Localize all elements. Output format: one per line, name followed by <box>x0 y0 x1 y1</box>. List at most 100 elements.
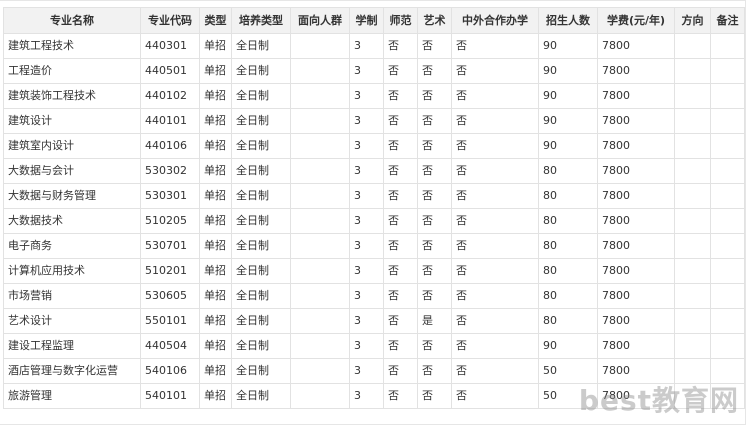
cell-duration: 3 <box>349 158 384 184</box>
table-row: 旅游管理 540101 单招 全日制 3 否否否 50 7800 <box>3 383 745 409</box>
cell-sino-foreign: 否 <box>451 183 539 209</box>
cell-enrollment: 80 <box>538 283 598 309</box>
cell-sino-foreign: 否 <box>451 208 539 234</box>
cell-major-name: 大数据与会计 <box>3 158 141 184</box>
cell-sino-foreign: 否 <box>451 383 539 409</box>
cell-tuition: 7800 <box>597 108 675 134</box>
cell-major-code: 530301 <box>140 183 200 209</box>
cell-target-group <box>290 158 350 184</box>
cell-normal-school: 否 <box>383 158 418 184</box>
header-remarks: 备注 <box>710 7 745 34</box>
cell-tuition: 7800 <box>597 333 675 359</box>
cell-duration: 3 <box>349 233 384 259</box>
cell-enrollment: 90 <box>538 58 598 84</box>
cell-enrollment: 80 <box>538 233 598 259</box>
cell-direction <box>674 33 711 59</box>
cell-type: 单招 <box>199 283 232 309</box>
admissions-table: 专业名称 专业代码 类型 培养类型 面向人群 学制 师范 艺术 中外合作办学 招… <box>3 7 745 409</box>
cell-target-group <box>290 233 350 259</box>
cell-sino-foreign: 否 <box>451 258 539 284</box>
cell-arts: 否 <box>417 333 452 359</box>
cell-sino-foreign: 否 <box>451 283 539 309</box>
cell-target-group <box>290 83 350 109</box>
cell-major-name: 大数据技术 <box>3 208 141 234</box>
header-training-type: 培养类型 <box>231 7 291 34</box>
header-normal-school: 师范 <box>383 7 418 34</box>
cell-direction <box>674 283 711 309</box>
cell-sino-foreign: 否 <box>451 308 539 334</box>
cell-direction <box>674 158 711 184</box>
cell-training-type: 全日制 <box>231 33 291 59</box>
cell-duration: 3 <box>349 283 384 309</box>
cell-type: 单招 <box>199 358 232 384</box>
cell-tuition: 7800 <box>597 233 675 259</box>
cell-major-name: 旅游管理 <box>3 383 141 409</box>
cell-training-type: 全日制 <box>231 283 291 309</box>
table-row: 大数据与财务管理 530301 单招 全日制 3 否否否 80 7800 <box>3 183 745 209</box>
cell-enrollment: 80 <box>538 208 598 234</box>
cell-target-group <box>290 333 350 359</box>
cell-type: 单招 <box>199 183 232 209</box>
cell-tuition: 7800 <box>597 208 675 234</box>
cell-normal-school: 否 <box>383 58 418 84</box>
cell-training-type: 全日制 <box>231 158 291 184</box>
cell-major-name: 酒店管理与数字化运营 <box>3 358 141 384</box>
cell-duration: 3 <box>349 183 384 209</box>
cell-direction <box>674 83 711 109</box>
cell-direction <box>674 333 711 359</box>
cell-duration: 3 <box>349 133 384 159</box>
cell-remarks <box>710 183 745 209</box>
table-row: 酒店管理与数字化运营 540106 单招 全日制 3 否否否 50 7800 <box>3 358 745 384</box>
cell-major-code: 440301 <box>140 33 200 59</box>
cell-major-name: 建筑工程技术 <box>3 33 141 59</box>
cell-training-type: 全日制 <box>231 133 291 159</box>
cell-tuition: 7800 <box>597 183 675 209</box>
cell-enrollment: 90 <box>538 333 598 359</box>
cell-duration: 3 <box>349 208 384 234</box>
header-type: 类型 <box>199 7 232 34</box>
cell-direction <box>674 183 711 209</box>
table-row: 建设工程监理 440504 单招 全日制 3 否否否 90 7800 <box>3 333 745 359</box>
cell-target-group <box>290 133 350 159</box>
cell-remarks <box>710 308 745 334</box>
cell-training-type: 全日制 <box>231 183 291 209</box>
header-major-name: 专业名称 <box>3 7 141 34</box>
cell-arts: 否 <box>417 83 452 109</box>
table-row: 市场营销 530605 单招 全日制 3 否否否 80 7800 <box>3 283 745 309</box>
table-row: 大数据技术 510205 单招 全日制 3 否否否 80 7800 <box>3 208 745 234</box>
cell-training-type: 全日制 <box>231 383 291 409</box>
cell-normal-school: 否 <box>383 108 418 134</box>
cell-remarks <box>710 58 745 84</box>
cell-type: 单招 <box>199 33 232 59</box>
cell-major-code: 530605 <box>140 283 200 309</box>
cell-training-type: 全日制 <box>231 233 291 259</box>
cell-enrollment: 90 <box>538 133 598 159</box>
cell-direction <box>674 208 711 234</box>
cell-arts: 否 <box>417 33 452 59</box>
cell-direction <box>674 233 711 259</box>
cell-arts: 否 <box>417 133 452 159</box>
cell-tuition: 7800 <box>597 258 675 284</box>
cell-normal-school: 否 <box>383 383 418 409</box>
header-direction: 方向 <box>674 7 711 34</box>
header-target-group: 面向人群 <box>290 7 350 34</box>
cell-remarks <box>710 83 745 109</box>
cell-target-group <box>290 358 350 384</box>
cell-normal-school: 否 <box>383 208 418 234</box>
cell-major-name: 建筑设计 <box>3 108 141 134</box>
cell-arts: 否 <box>417 208 452 234</box>
cell-enrollment: 80 <box>538 183 598 209</box>
header-row: 专业名称 专业代码 类型 培养类型 面向人群 学制 师范 艺术 中外合作办学 招… <box>3 7 745 34</box>
cell-enrollment: 50 <box>538 383 598 409</box>
cell-tuition: 7800 <box>597 158 675 184</box>
cell-target-group <box>290 283 350 309</box>
cell-target-group <box>290 58 350 84</box>
header-sino-foreign: 中外合作办学 <box>451 7 539 34</box>
cell-direction <box>674 108 711 134</box>
cell-training-type: 全日制 <box>231 83 291 109</box>
cell-sino-foreign: 否 <box>451 58 539 84</box>
cell-major-code: 440101 <box>140 108 200 134</box>
cell-direction <box>674 133 711 159</box>
cell-duration: 3 <box>349 108 384 134</box>
table-header: 专业名称 专业代码 类型 培养类型 面向人群 学制 师范 艺术 中外合作办学 招… <box>3 7 745 34</box>
